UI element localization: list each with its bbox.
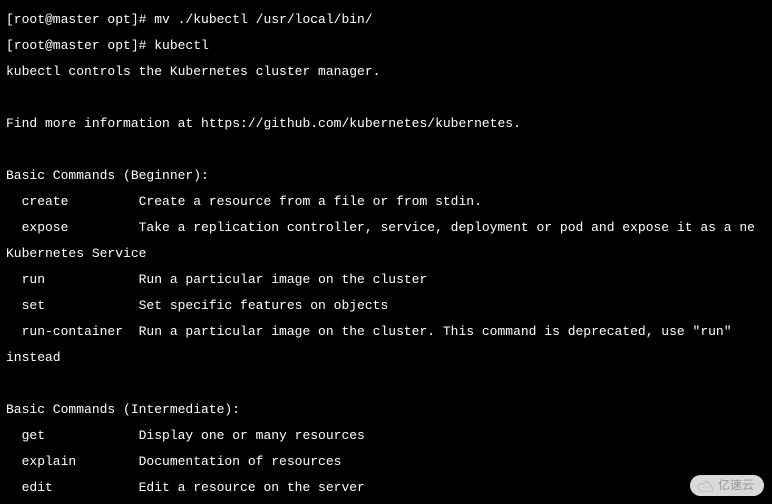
line: edit Edit a resource on the server xyxy=(6,481,766,494)
line: create Create a resource from a file or … xyxy=(6,195,766,208)
line: Basic Commands (Beginner): xyxy=(6,169,766,182)
line xyxy=(6,377,766,390)
cloud-icon xyxy=(696,480,714,492)
line: explain Documentation of resources xyxy=(6,455,766,468)
line: [root@master opt]# kubectl xyxy=(6,39,766,52)
line xyxy=(6,143,766,156)
line: instead xyxy=(6,351,766,364)
terminal-output[interactable]: [root@master opt]# mv ./kubectl /usr/loc… xyxy=(0,0,772,504)
line: Kubernetes Service xyxy=(6,247,766,260)
line: kubectl controls the Kubernetes cluster … xyxy=(6,65,766,78)
watermark-text: 亿速云 xyxy=(718,479,754,492)
line: run-container Run a particular image on … xyxy=(6,325,766,338)
line: get Display one or many resources xyxy=(6,429,766,442)
line: Find more information at https://github.… xyxy=(6,117,766,130)
watermark-badge: 亿速云 xyxy=(690,475,764,496)
line: set Set specific features on objects xyxy=(6,299,766,312)
line: expose Take a replication controller, se… xyxy=(6,221,766,234)
line xyxy=(6,91,766,104)
line: Basic Commands (Intermediate): xyxy=(6,403,766,416)
line: [root@master opt]# mv ./kubectl /usr/loc… xyxy=(6,13,766,26)
line: run Run a particular image on the cluste… xyxy=(6,273,766,286)
